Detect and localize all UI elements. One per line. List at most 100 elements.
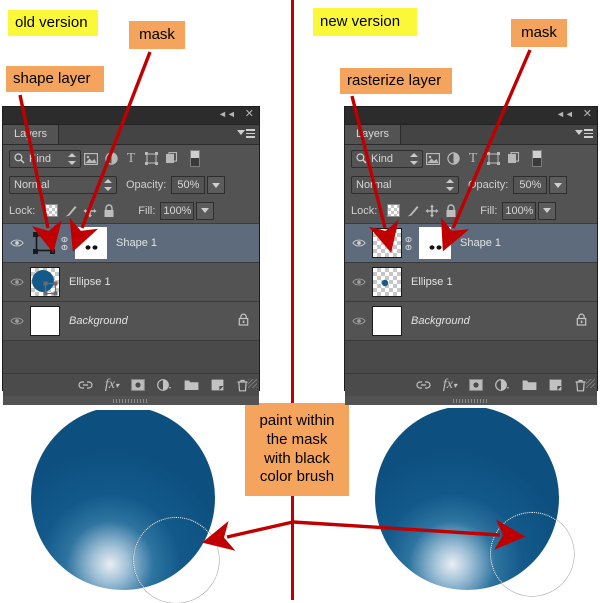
raster-layer-thumbnail[interactable] [372, 228, 402, 258]
layer-thumbnails [30, 306, 60, 336]
blend-mode-value-left: Normal [14, 179, 50, 191]
chevron-updown-icon[interactable] [446, 179, 454, 191]
shape-filter-icon[interactable] [483, 150, 503, 168]
ellipse-thumbnail[interactable] [372, 267, 402, 297]
resize-grip[interactable] [248, 379, 257, 388]
link-layers-icon[interactable] [78, 380, 93, 390]
opacity-dropdown-right[interactable] [549, 176, 568, 194]
panel-menu-icon-right[interactable] [575, 129, 593, 140]
filter-toggle-icon[interactable] [527, 150, 547, 168]
link-mask-icon[interactable] [402, 236, 415, 250]
table-row[interactable]: Ellipse 1 [345, 263, 597, 302]
table-row[interactable]: Shape 1 [3, 224, 259, 263]
filter-kind-select-right[interactable]: Kind [351, 149, 423, 168]
adjustment-filter-icon[interactable] [101, 150, 121, 168]
add-mask-icon[interactable] [469, 379, 483, 391]
layer-visibility-toggle[interactable] [3, 277, 30, 287]
link-mask-icon[interactable] [58, 236, 71, 250]
lock-all-icon[interactable] [99, 203, 118, 219]
new-layer-icon[interactable] [549, 379, 562, 391]
layer-thumbnails [372, 306, 402, 336]
opacity-dropdown-left[interactable] [207, 176, 226, 194]
filter-toggle-icon[interactable] [185, 150, 205, 168]
link-layers-icon[interactable] [416, 380, 431, 390]
pixel-filter-icon[interactable] [423, 150, 443, 168]
chevron-updown-icon[interactable] [104, 179, 112, 191]
table-row[interactable]: Background [345, 302, 597, 341]
fill-value-left[interactable]: 100% [160, 201, 195, 220]
resize-grip[interactable] [586, 379, 595, 388]
type-filter-icon[interactable]: T [463, 150, 483, 168]
new-layer-icon[interactable] [211, 379, 224, 391]
layer-name: Background [411, 315, 470, 327]
brush-cursor-left [133, 517, 219, 603]
callout-old-version: old version [8, 10, 98, 36]
fill-dropdown-left[interactable] [196, 201, 215, 220]
lock-position-icon[interactable] [80, 203, 99, 219]
table-row[interactable]: Ellipse 1 [3, 263, 259, 302]
layer-mask-thumbnail[interactable] [419, 227, 451, 259]
background-thumbnail[interactable] [372, 306, 402, 336]
locked-badge-icon [238, 313, 249, 329]
lock-image-icon[interactable] [403, 203, 422, 219]
blue-circle-glyph [32, 270, 58, 296]
layer-style-fx-icon[interactable]: fx ▾ [443, 377, 457, 393]
opacity-value-right[interactable]: 50% [513, 176, 548, 194]
tab-layers-left[interactable]: Layers [3, 125, 60, 144]
opacity-value-left[interactable]: 50% [171, 176, 206, 194]
collapse-icon[interactable]: ◄◄ [556, 110, 574, 119]
ellipse-thumbnail[interactable] [30, 267, 60, 297]
lock-transparency-icon[interactable] [384, 203, 403, 219]
adjustment-filter-icon[interactable] [443, 150, 463, 168]
new-group-icon[interactable] [522, 379, 537, 391]
layer-visibility-toggle[interactable] [345, 238, 372, 248]
panel-drag-grip-right[interactable] [345, 396, 597, 405]
eye-icon [351, 278, 366, 286]
layers-panel-new[interactable]: ◄◄ ✕ Layers Kind T Normal Opacity: 50% L… [344, 106, 598, 405]
callout-new-version: new version [313, 8, 417, 36]
smart-object-filter-icon[interactable] [503, 150, 523, 168]
fill-label-right: Fill: [480, 204, 498, 217]
lock-image-icon[interactable] [61, 203, 80, 219]
background-thumbnail[interactable] [30, 306, 60, 336]
lock-position-icon[interactable] [422, 203, 441, 219]
filter-kind-label-left: Kind [29, 152, 52, 165]
close-icon[interactable]: ✕ [245, 109, 254, 120]
panel-menu-icon-left[interactable] [237, 129, 255, 140]
layer-style-fx-icon[interactable]: fx ▾ [105, 377, 119, 393]
fill-dropdown-right[interactable] [538, 201, 557, 220]
tab-layers-right[interactable]: Layers [345, 125, 402, 144]
add-mask-icon[interactable] [131, 379, 145, 391]
layer-visibility-toggle[interactable] [3, 316, 30, 326]
lock-all-icon[interactable] [441, 203, 460, 219]
vector-shape-thumbnail[interactable] [30, 229, 58, 257]
shape-filter-icon[interactable] [141, 150, 161, 168]
layers-panel-old[interactable]: ◄◄ ✕ Layers Kind T Normal Opacity: 50% L… [2, 106, 260, 405]
close-icon[interactable]: ✕ [583, 109, 592, 120]
smart-object-filter-icon[interactable] [161, 150, 181, 168]
chevron-updown-icon[interactable] [410, 152, 418, 165]
new-group-icon[interactable] [184, 379, 199, 391]
type-filter-icon[interactable]: T [121, 150, 141, 168]
layer-visibility-toggle[interactable] [345, 316, 372, 326]
collapse-icon[interactable]: ◄◄ [218, 110, 236, 119]
layer-visibility-toggle[interactable] [3, 238, 30, 248]
adjustment-layer-icon[interactable] [495, 379, 510, 391]
fill-value-right[interactable]: 100% [502, 201, 537, 220]
layer-visibility-toggle[interactable] [345, 277, 372, 287]
blend-mode-select-right[interactable]: Normal [351, 176, 459, 194]
lock-transparency-icon[interactable] [42, 203, 61, 219]
table-row[interactable]: Background [3, 302, 259, 341]
layer-mask-thumbnail[interactable] [75, 227, 107, 259]
search-icon [356, 153, 367, 164]
eye-icon [9, 317, 24, 325]
chevron-updown-icon[interactable] [68, 152, 76, 165]
pixel-filter-icon[interactable] [81, 150, 101, 168]
layer-name: Background [69, 315, 128, 327]
panel-drag-grip-left[interactable] [3, 396, 259, 405]
filter-kind-select-left[interactable]: Kind [9, 149, 81, 168]
panel-titlebar-left: ◄◄ ✕ [3, 107, 259, 125]
blend-mode-select-left[interactable]: Normal [9, 176, 117, 194]
adjustment-layer-icon[interactable] [157, 379, 172, 391]
table-row[interactable]: Shape 1 [345, 224, 597, 263]
